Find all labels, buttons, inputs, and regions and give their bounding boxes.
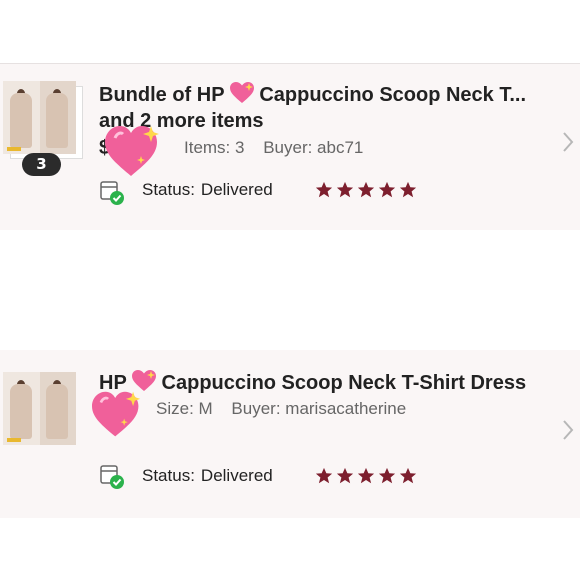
item-size: Size: M xyxy=(156,399,213,418)
package-delivered-icon xyxy=(100,181,124,205)
order-status: Status: Delivered xyxy=(142,466,273,485)
star-icon xyxy=(378,467,396,484)
star-icon xyxy=(399,467,417,484)
order-status: Status: Delivered xyxy=(142,180,273,199)
star-icon xyxy=(399,181,417,198)
rating-stars xyxy=(315,181,417,199)
star-icon xyxy=(336,467,354,484)
star-icon xyxy=(357,467,375,484)
star-icon xyxy=(378,181,396,198)
order-thumbnail xyxy=(3,81,76,154)
order-meta: Items: 3 Buyer: abc71 xyxy=(184,138,363,158)
rating-stars xyxy=(315,467,417,485)
star-icon xyxy=(315,181,333,198)
item-count-badge: 3 xyxy=(22,153,61,176)
buyer-name: Buyer: marisacatherine xyxy=(231,399,407,418)
star-icon xyxy=(336,181,354,198)
sparkling-heart-icon xyxy=(131,370,156,392)
chevron-right-icon[interactable] xyxy=(561,419,575,441)
order-thumbnail xyxy=(3,372,76,445)
star-icon xyxy=(315,467,333,484)
order-title: Bundle of HP Cappuccino Scoop Neck T... xyxy=(99,82,527,106)
package-delivered-icon xyxy=(100,465,124,489)
chevron-right-icon[interactable] xyxy=(561,131,575,153)
star-icon xyxy=(357,181,375,198)
buyer-name: Buyer: abc71 xyxy=(263,138,364,157)
order-meta: Size: M Buyer: marisacatherine xyxy=(156,399,406,419)
order-card-single[interactable]: HP Cappuccino Scoop Neck T-Shirt Dress S… xyxy=(0,350,580,518)
order-title: HP Cappuccino Scoop Neck T-Shirt Dress xyxy=(99,370,527,394)
orders-page: 3 Bundle of HP Cappuccino Scoop Neck T..… xyxy=(0,0,580,580)
item-count: Items: 3 xyxy=(184,138,245,157)
sparkling-heart-icon xyxy=(229,82,254,104)
sparkling-heart-icon xyxy=(92,391,141,437)
sparkling-heart-icon xyxy=(105,126,159,176)
order-card-bundle[interactable]: 3 Bundle of HP Cappuccino Scoop Neck T..… xyxy=(0,63,580,230)
